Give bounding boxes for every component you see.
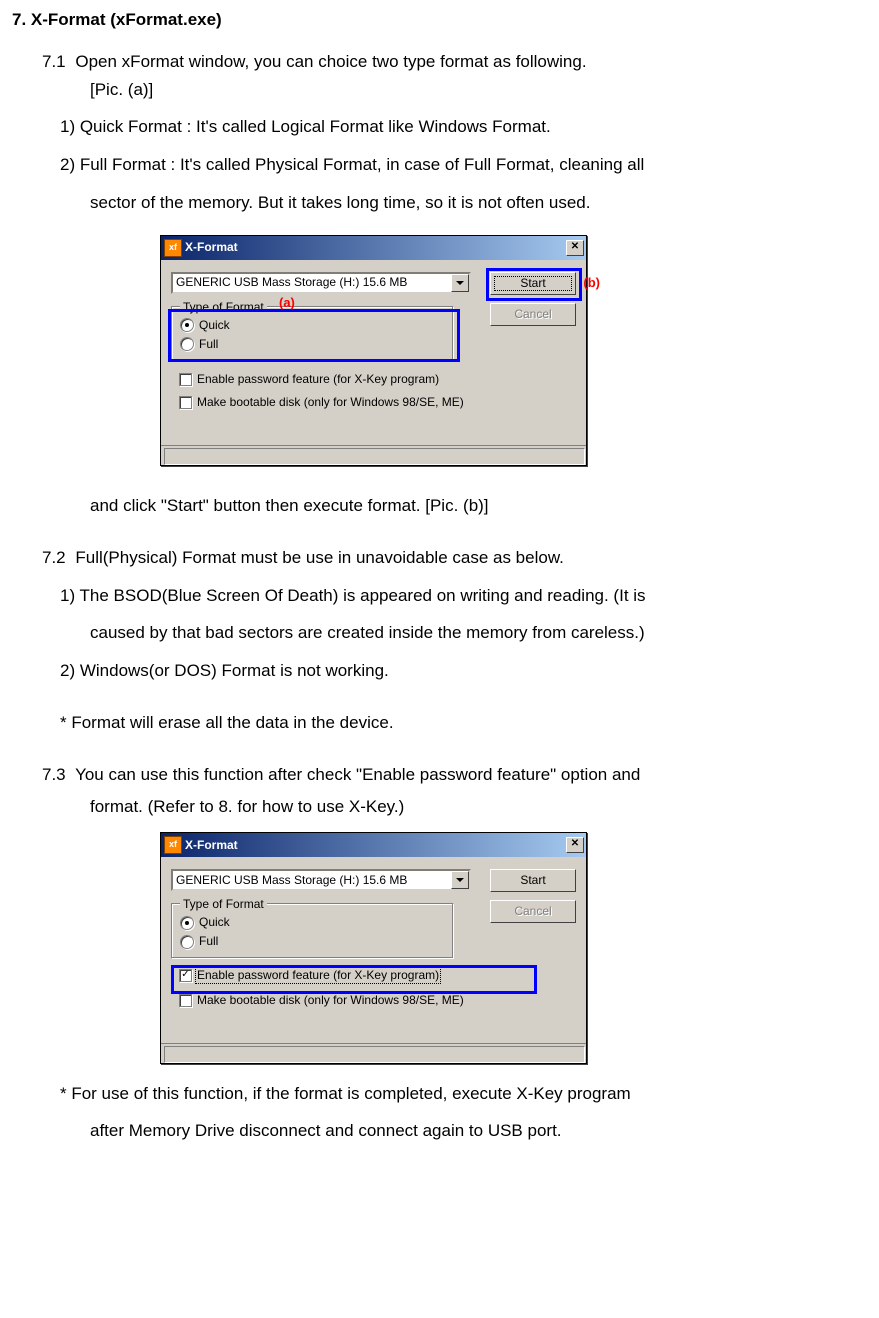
section-text: You can use this function after check "E…: [75, 765, 640, 784]
list-item-cont: caused by that bad sectors are created i…: [90, 621, 867, 645]
drive-dropdown-value: GENERIC USB Mass Storage (H:) 15.6 MB: [176, 872, 451, 889]
checkbox-bootable-label: Make bootable disk (only for Windows 98/…: [197, 394, 464, 411]
cancel-button: Cancel: [490, 900, 576, 923]
section-7-3: 7.3 You can use this function after chec…: [42, 763, 867, 787]
app-icon: xf: [164, 836, 182, 854]
status-bar: [161, 1043, 586, 1063]
section-text-cont: format. (Refer to 8. for how to use X-Ke…: [90, 795, 867, 819]
app-icon: xf: [164, 239, 182, 257]
titlebar[interactable]: xf X-Format ✕: [161, 236, 586, 260]
section-text: Full(Physical) Format must be use in una…: [75, 548, 564, 567]
checkbox-password-label: Enable password feature (for X-Key progr…: [197, 371, 439, 388]
start-button-label: Start: [520, 873, 545, 887]
section-number: 7.2: [42, 548, 66, 567]
xformat-dialog-1: xf X-Format ✕ GENERIC USB Mass Storage (…: [160, 235, 867, 466]
checkbox-password[interactable]: [179, 373, 192, 386]
list-item: 1) Quick Format : It's called Logical Fo…: [60, 115, 867, 139]
close-button[interactable]: ✕: [566, 837, 584, 853]
list-item-cont: sector of the memory. But it takes long …: [90, 191, 867, 215]
note-cont: after Memory Drive disconnect and connec…: [90, 1119, 867, 1143]
checkbox-bootable[interactable]: [179, 396, 192, 409]
drive-dropdown[interactable]: GENERIC USB Mass Storage (H:) 15.6 MB: [171, 272, 471, 294]
page-heading: 7. X-Format (xFormat.exe): [12, 8, 867, 32]
list-item: 2) Windows(or DOS) Format is not working…: [60, 659, 867, 683]
cancel-button-label: Cancel: [514, 904, 551, 918]
close-button[interactable]: ✕: [566, 240, 584, 256]
checkbox-bootable-label: Make bootable disk (only for Windows 98/…: [197, 992, 464, 1009]
drive-dropdown-value: GENERIC USB Mass Storage (H:) 15.6 MB: [176, 274, 451, 291]
titlebar[interactable]: xf X-Format ✕: [161, 833, 586, 857]
section-number: 7.3: [42, 765, 66, 784]
radio-quick[interactable]: [180, 916, 194, 930]
drive-dropdown[interactable]: GENERIC USB Mass Storage (H:) 15.6 MB: [171, 869, 471, 891]
checkbox-bootable[interactable]: [179, 994, 192, 1007]
start-button[interactable]: Start: [490, 869, 576, 892]
annotation-a: (a): [279, 294, 295, 312]
radio-quick-label: Quick: [199, 914, 230, 931]
list-item: 1) The BSOD(Blue Screen Of Death) is app…: [60, 584, 867, 608]
section-7-1: 7.1 Open xFormat window, you can choice …: [42, 50, 867, 74]
note: * Format will erase all the data in the …: [60, 711, 867, 735]
radio-full-label: Full: [199, 933, 218, 950]
chevron-down-icon[interactable]: [451, 871, 469, 889]
xformat-dialog-2: xf X-Format ✕ GENERIC USB Mass Storage (…: [160, 832, 867, 1063]
section-7-2: 7.2 Full(Physical) Format must be use in…: [42, 546, 867, 570]
window-title: X-Format: [185, 239, 238, 256]
radio-full[interactable]: [180, 935, 194, 949]
section-number: 7.1: [42, 52, 66, 71]
annotation-b: (b): [583, 274, 600, 292]
window-title: X-Format: [185, 837, 238, 854]
chevron-down-icon[interactable]: [451, 274, 469, 292]
after-dialog-text: and click "Start" button then execute fo…: [90, 494, 867, 518]
note: * For use of this function, if the forma…: [60, 1082, 867, 1106]
section-text: Open xFormat window, you can choice two …: [75, 52, 586, 71]
type-of-format-group: Type of Format Quick Full: [171, 903, 454, 959]
status-bar: [161, 445, 586, 465]
group-legend: Type of Format: [180, 896, 267, 913]
list-item: 2) Full Format : It's called Physical Fo…: [60, 153, 867, 177]
pic-reference: [Pic. (a)]: [90, 78, 867, 102]
